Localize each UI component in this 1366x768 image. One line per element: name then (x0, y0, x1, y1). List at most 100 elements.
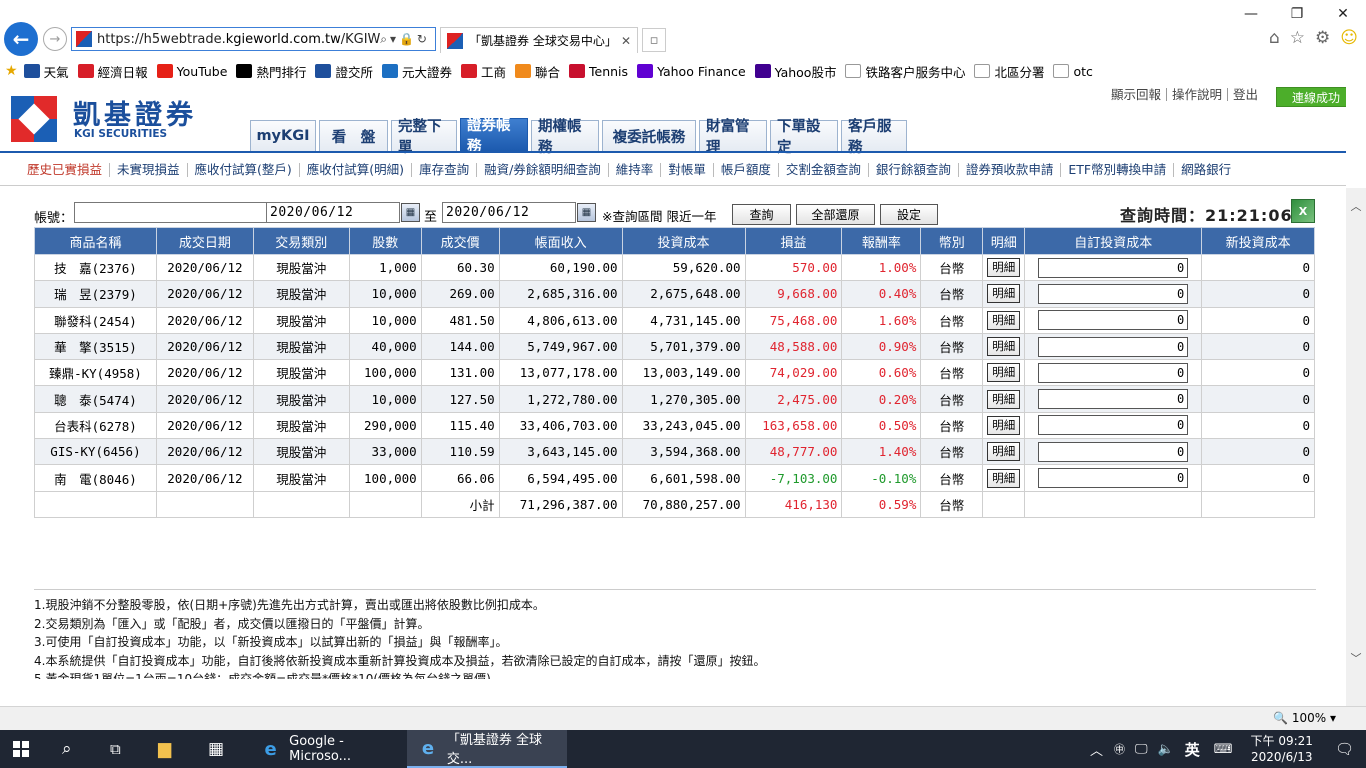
detail-button[interactable]: 明細 (987, 284, 1021, 304)
calendar-from-icon[interactable]: ▦ (401, 203, 420, 222)
custom-cost-input[interactable]: 0 (1038, 362, 1189, 383)
custom-cost-input[interactable]: 0 (1038, 283, 1189, 304)
sub-nav-link[interactable]: 銀行餘額查詢 (869, 163, 959, 177)
sub-nav-link[interactable]: 應收付試算(整戶) (188, 163, 300, 177)
gear-icon[interactable]: ⚙ (1315, 28, 1330, 48)
main-nav-tab[interactable]: 期權帳務 (531, 119, 599, 156)
main-nav-tab[interactable]: 看 盤 (319, 120, 388, 151)
detail-button[interactable]: 明細 (987, 415, 1021, 435)
custom-cost-input[interactable]: 0 (1038, 389, 1189, 410)
sub-nav-link[interactable]: 應收付試算(明細) (300, 163, 413, 177)
ime-mode-icon[interactable]: ㊥ (1109, 741, 1130, 757)
favorite-link[interactable]: 北區分署 (974, 62, 1044, 81)
address-url[interactable]: https://h5webtrade.kgieworld.com.tw/KGIW… (97, 32, 380, 47)
favorites-star-icon[interactable]: ☆ (1290, 28, 1305, 48)
smiley-icon[interactable]: ☺ (1340, 28, 1358, 48)
sub-nav-link[interactable]: 證券預收款申請 (959, 163, 1062, 177)
reset-all-button[interactable]: 全部還原 (796, 204, 875, 225)
main-nav-tab[interactable]: 財富管理 (699, 119, 767, 156)
detail-button[interactable]: 明細 (987, 337, 1021, 357)
calendar-to-icon[interactable]: ▦ (577, 203, 596, 222)
favorite-link[interactable]: YouTube (156, 64, 227, 79)
link-help[interactable]: 操作說明 (1167, 88, 1229, 101)
favorite-link[interactable]: 熱門排行 (236, 62, 306, 81)
scroll-up-icon[interactable]: ︿ (1346, 196, 1366, 216)
vertical-scrollbar[interactable]: ︿ ﹀ (1346, 188, 1366, 706)
excel-export-icon[interactable]: X (1291, 199, 1315, 223)
favorite-link[interactable]: 工商 (460, 62, 506, 81)
custom-cost-input[interactable]: 0 (1038, 441, 1189, 462)
clock[interactable]: 下午 09:21 2020/6/13 (1241, 733, 1323, 765)
main-nav-tab[interactable]: 完整下單 (391, 119, 457, 156)
calculator-icon[interactable]: ▦ (208, 730, 224, 768)
favorite-link[interactable]: Yahoo Finance (637, 64, 746, 79)
favorite-link[interactable]: 铁路客户服务中心 (845, 62, 965, 81)
address-bar[interactable]: https://h5webtrade.kgieworld.com.tw/KGIW… (71, 27, 436, 51)
sub-nav-link[interactable]: 庫存查詢 (412, 163, 478, 177)
favorite-link[interactable]: 元大證券 (381, 62, 452, 81)
detail-button[interactable]: 明細 (987, 363, 1021, 383)
sub-nav-link[interactable]: ETF幣別轉換申請 (1061, 163, 1175, 177)
detail-button[interactable]: 明細 (987, 389, 1021, 409)
favorite-link[interactable]: 聯合 (515, 62, 560, 81)
custom-cost-input[interactable]: 0 (1038, 257, 1189, 278)
kgi-logo-icon[interactable] (11, 96, 57, 142)
windows-start-icon[interactable] (12, 730, 36, 768)
new-tab-button[interactable]: ▫ (642, 28, 666, 52)
network-icon[interactable]: 🖵 (1130, 742, 1153, 757)
restore-icon[interactable]: ❐ (1274, 0, 1320, 28)
sub-nav-link[interactable]: 交割金額查詢 (779, 163, 869, 177)
query-button[interactable]: 查詢 (732, 204, 791, 225)
search-lock-refresh-icons[interactable]: ⌕▾🔒↻ (380, 32, 435, 47)
favorite-link[interactable]: 天氣 (23, 62, 69, 81)
sub-nav-link[interactable]: 維持率 (609, 163, 662, 177)
file-explorer-icon[interactable]: ▆ (158, 730, 171, 768)
main-nav-tab[interactable]: 客戶服務 (841, 119, 907, 156)
date-to-input[interactable]: 2020/06/12 (442, 202, 576, 223)
task-view-icon[interactable]: ⧉ (110, 730, 121, 768)
sub-nav-link[interactable]: 未實現損益 (110, 163, 188, 177)
taskbar-app-edge[interactable]: e Google - Microso... (250, 730, 405, 768)
favorite-link[interactable]: Yahoo股市 (754, 62, 836, 81)
main-nav-tab[interactable]: myKGI (250, 120, 316, 151)
link-logout[interactable]: 登出 (1228, 88, 1263, 101)
detail-button[interactable]: 明細 (987, 310, 1021, 330)
custom-cost-input[interactable]: 0 (1038, 336, 1189, 357)
account-select[interactable]: ▼ (74, 202, 296, 223)
tab-close-icon[interactable]: ✕ (621, 34, 637, 48)
main-nav-tab[interactable]: 證券帳務 (460, 118, 528, 155)
main-nav-tab[interactable]: 複委託帳務 (602, 120, 696, 151)
detail-button[interactable]: 明細 (987, 468, 1021, 488)
home-icon[interactable]: ⌂ (1269, 28, 1280, 48)
detail-button[interactable]: 明細 (987, 442, 1021, 462)
date-from-input[interactable]: 2020/06/12 (266, 202, 400, 223)
minimize-icon[interactable]: — (1228, 0, 1274, 28)
ime-language[interactable]: 英 (1179, 739, 1206, 760)
sub-nav-link[interactable]: 對帳單 (661, 163, 714, 177)
sub-nav-link[interactable]: 帳戶額度 (714, 163, 779, 177)
custom-cost-input[interactable]: 0 (1038, 310, 1189, 331)
chevron-up-icon[interactable]: ︿ (1084, 740, 1109, 759)
favorite-link[interactable]: Tennis (569, 64, 628, 79)
browser-tab[interactable]: 「凱基證券 全球交易中心」 ✕ (440, 27, 638, 53)
volume-icon[interactable]: 🔈 (1153, 742, 1179, 757)
zoom-level[interactable]: 🔍 100% ▾ (1273, 711, 1336, 725)
custom-cost-input[interactable]: 0 (1038, 468, 1189, 489)
sub-nav-link[interactable]: 融資/券餘額明細查詢 (477, 163, 609, 177)
link-show-report[interactable]: 顯示回報 (1106, 88, 1168, 101)
favorite-link[interactable]: 證交所 (315, 62, 373, 81)
favorite-link[interactable]: 經濟日報 (77, 62, 148, 81)
close-icon[interactable]: ✕ (1320, 0, 1366, 28)
back-button[interactable]: ← (4, 22, 38, 56)
sub-nav-link[interactable]: 歷史已實損益 (20, 163, 111, 177)
custom-cost-input[interactable]: 0 (1038, 415, 1189, 436)
forward-button[interactable]: → (43, 27, 67, 51)
main-nav-tab[interactable]: 下單設定 (770, 119, 838, 156)
scroll-down-icon[interactable]: ﹀ (1346, 648, 1366, 668)
keyboard-icon[interactable]: ⌨ (1206, 742, 1241, 757)
favorite-link[interactable]: otc (1053, 64, 1093, 79)
settings-button[interactable]: 設定 (880, 204, 938, 225)
detail-button[interactable]: 明細 (987, 258, 1021, 278)
search-icon[interactable]: ⌕ (62, 730, 72, 768)
sub-nav-link[interactable]: 網路銀行 (1174, 163, 1238, 177)
